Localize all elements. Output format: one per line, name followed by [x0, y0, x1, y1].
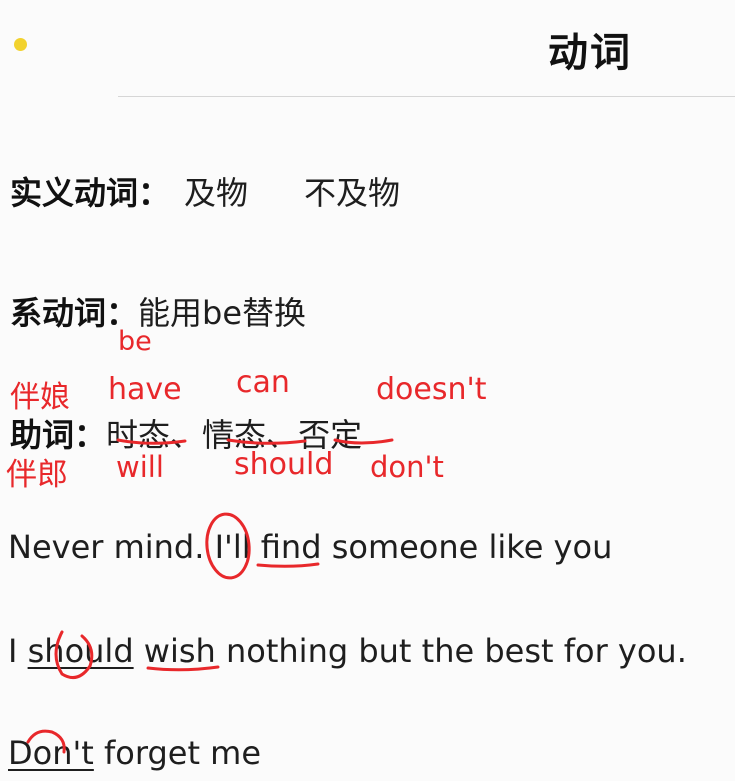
item-intransitive: 不及物	[304, 174, 401, 212]
s2-word-should: should	[27, 632, 134, 670]
desc-xi: 能用be替换	[138, 294, 307, 332]
s2-part-e: nothing but the best for you.	[215, 632, 687, 670]
s3-part-b: forget me	[93, 734, 262, 772]
item-transitive: 及物	[184, 174, 249, 212]
sentence-3: Don't forget me	[8, 734, 261, 772]
annot-can: can	[236, 365, 290, 400]
s2-space	[134, 632, 144, 670]
label-shiyi: 实义动词：	[10, 174, 171, 212]
page-title: 动词	[548, 30, 632, 76]
sentence-1: Never mind. I'll find someone like you	[8, 528, 612, 566]
s1-word-ill: I'll	[214, 528, 251, 566]
bullet-dot	[14, 38, 27, 51]
s1-part-a: Never mind.	[8, 528, 215, 566]
s1-space	[251, 528, 261, 566]
title-divider	[118, 96, 735, 97]
annot-be: be	[118, 326, 152, 357]
s2-word-wish: wish	[143, 632, 216, 670]
annot-bridesmaid: 伴娘	[10, 380, 70, 415]
s3-word-dont: Don't	[8, 734, 94, 772]
annot-groomsman: 伴郎	[6, 457, 68, 493]
sep-1: 、	[170, 416, 203, 454]
s1-word-find: find	[260, 528, 322, 566]
s1-part-e: someone like you	[321, 528, 613, 566]
s2-part-a: I	[8, 632, 28, 670]
sentence-2: I should wish nothing but the best for y…	[8, 632, 687, 670]
annot-should: should	[234, 447, 334, 482]
annot-will: will	[116, 450, 164, 484]
annot-dont: don't	[370, 450, 444, 484]
term-tense: 时态	[106, 416, 171, 454]
line-shiyi: 实义动词： 及物 不及物	[10, 168, 400, 214]
annot-doesnt: doesn't	[376, 372, 487, 407]
annot-have: have	[108, 372, 182, 407]
line-xi: 系动词：能用be替换	[10, 288, 306, 334]
